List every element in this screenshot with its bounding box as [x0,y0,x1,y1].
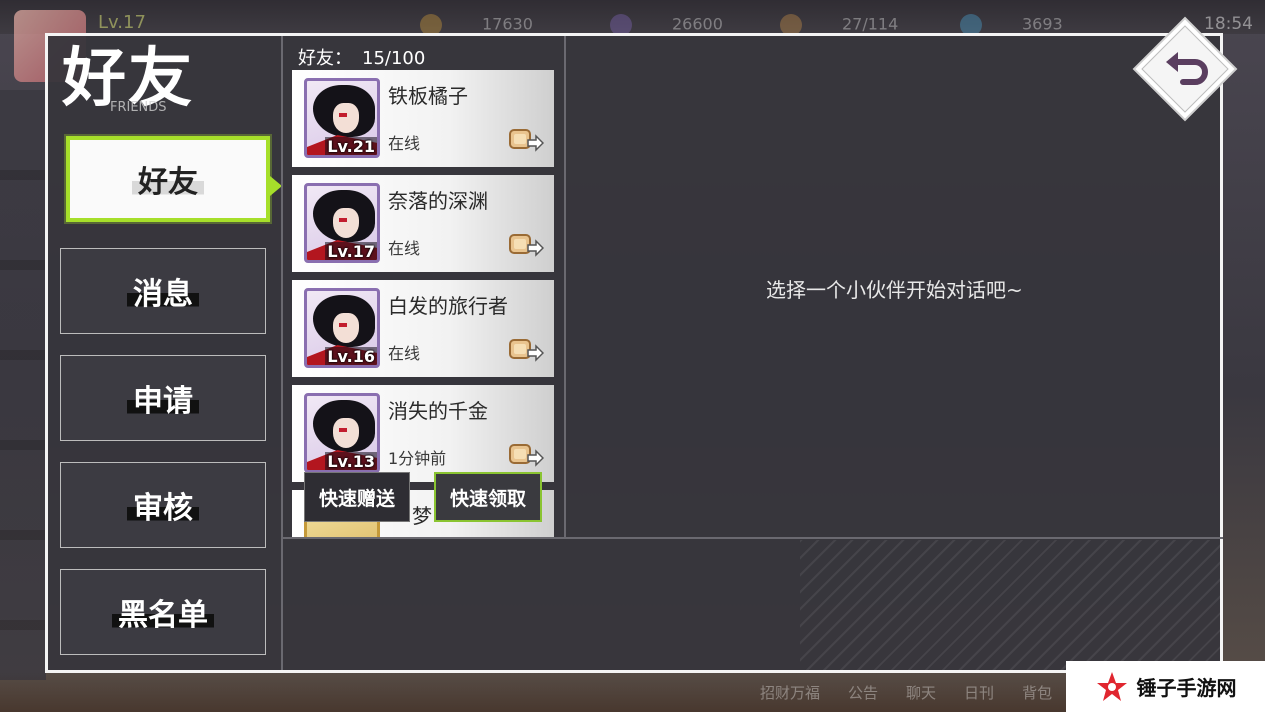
watermark-text: 锤子手游网 [1136,676,1237,700]
friend-name: 白发的旅行者 [388,294,508,318]
friend-status: 在线 [388,344,421,363]
friend-avatar: Lv.21 [304,78,380,158]
tab-label: 好友 [132,157,204,201]
friend-avatar: Lv.13 [304,393,380,473]
friend-avatar: Lv.16 [304,288,380,368]
divider [564,36,566,539]
quick-send-button[interactable]: 快速赠送 [304,472,410,522]
friend-card[interactable]: Lv.16 白发的旅行者 在线 [292,280,554,377]
tab-label: 审核 [127,483,199,527]
tab-label: 消息 [127,269,199,313]
bottom-tab: 公告 [848,684,879,702]
tab-requests[interactable]: 申请 [60,355,266,441]
quick-claim-button[interactable]: 快速领取 [434,472,542,522]
site-watermark: 锤子手游网 [1066,661,1265,712]
send-stamina-gift-icon[interactable] [508,124,544,154]
friend-avatar: Lv.17 [304,183,380,263]
friend-level: Lv.16 [325,347,377,366]
friend-card[interactable]: Lv.21 铁板橘子 在线 [292,70,554,167]
chat-empty-hint: 选择一个小伙伴开始对话吧~ [766,278,1023,302]
bottom-tab: 日刊 [964,684,995,702]
divider [283,537,1223,539]
player-level: Lv.17 [98,12,146,33]
tab-friends[interactable]: 好友 [66,136,270,222]
friend-count-label: 好友： [298,48,352,69]
friend-level: Lv.13 [325,452,377,471]
tab-review[interactable]: 审核 [60,462,266,548]
tab-messages[interactable]: 消息 [60,248,266,334]
friend-level: Lv.17 [325,242,377,261]
friend-status: 1分钟前 [388,449,447,468]
bottom-tab: 聊天 [906,684,937,702]
background-left-strip [0,90,46,680]
tab-label: 黑名单 [112,590,214,634]
back-button[interactable] [1130,14,1240,124]
friend-level: Lv.21 [325,137,377,156]
send-stamina-gift-icon[interactable] [508,229,544,259]
bottom-tabs: 招财万福 公告 聊天 日刊 背包 [760,682,1052,703]
bottom-tab: 招财万福 [760,684,821,702]
send-stamina-gift-icon[interactable] [508,334,544,364]
friend-status: 在线 [388,134,421,153]
friend-name: 消失的千金 [388,399,488,423]
friend-card[interactable]: Lv.17 奈落的深渊 在线 [292,175,554,272]
friend-status: 在线 [388,239,421,258]
bottom-tab: 背包 [1022,684,1053,702]
tab-label: 申请 [127,376,199,420]
friend-name: 奈落的深渊 [388,189,488,213]
friend-count: 好友： 15/100 [298,44,425,70]
star-logo-icon [1096,671,1127,701]
friend-name: 梦 [412,504,432,528]
friend-count-value: 15/100 [362,48,426,69]
friend-card[interactable]: Lv.13 消失的千金 1分钟前 [292,385,554,482]
page-subtitle: FRIENDS [110,100,167,115]
send-stamina-gift-icon[interactable] [508,439,544,469]
friends-panel: 好友 FRIENDS 好友 消息 申请 审核 黑名单 好友： 15/100 Lv.… [45,33,1223,673]
panel-stripes-decoration [800,540,1220,670]
divider [281,36,283,670]
friend-list[interactable]: Lv.21 铁板橘子 在线 Lv.17 奈落的深渊 在线 Lv.16 白发的旅行… [292,70,556,537]
tab-blacklist[interactable]: 黑名单 [60,569,266,655]
friend-name: 铁板橘子 [388,84,468,108]
